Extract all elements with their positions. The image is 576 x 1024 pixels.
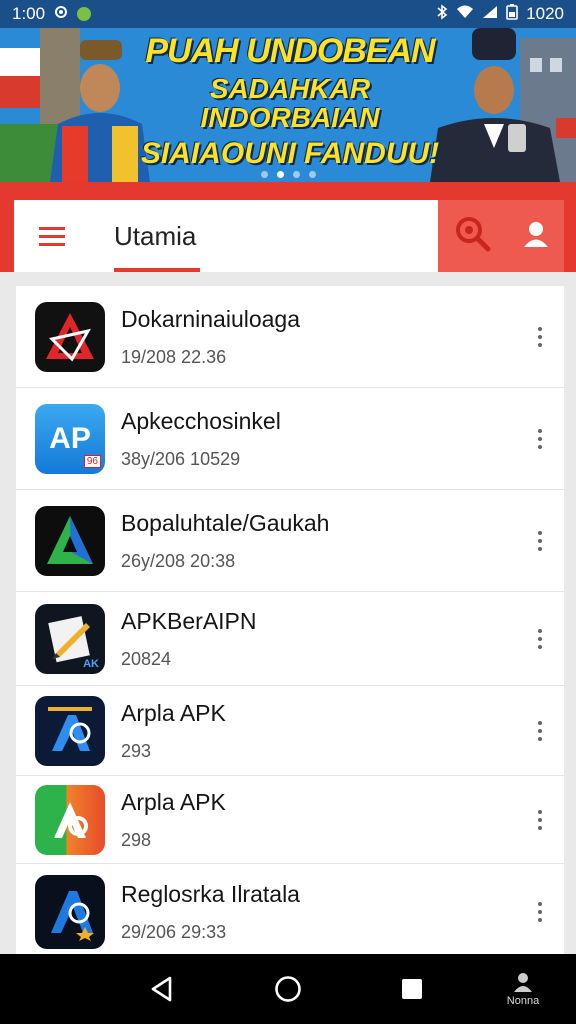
header-actions <box>438 200 564 272</box>
app-meta: 293 <box>121 740 152 761</box>
notification-dot-icon <box>77 7 92 21</box>
search-icon <box>455 216 490 251</box>
app-name: Reglosrka Ilratala <box>121 881 300 907</box>
hamburger-menu-icon <box>39 227 65 246</box>
list-item[interactable]: Arpla APK 293 <box>16 686 564 776</box>
more-options-icon[interactable] <box>534 720 546 741</box>
app-name: Arpla APK <box>121 788 226 815</box>
app-meta: 26y/208 20:38 <box>121 550 236 571</box>
more-options-icon[interactable] <box>534 628 546 649</box>
status-time-left: 1:00 <box>12 4 46 23</box>
home-button[interactable] <box>266 954 310 1024</box>
app-name: Bopaluhtale/Gaukah <box>121 509 330 536</box>
back-button[interactable] <box>140 954 184 1024</box>
red-triangle-logo-icon <box>35 301 105 372</box>
more-options-icon[interactable] <box>534 902 546 922</box>
list-item[interactable]: Bopaluhtale/Gaukah 26y/208 20:38 <box>16 490 564 592</box>
more-options-icon[interactable] <box>534 530 546 551</box>
blue-ap-dark-icon <box>35 695 105 766</box>
home-circle-icon <box>275 976 301 1002</box>
recents-square-icon <box>402 979 422 999</box>
ap-blue-square-icon: AP 96 <box>35 403 105 474</box>
list-item[interactable]: Dokarninaiuloaga 19/208 22.36 <box>16 286 564 388</box>
signal-icon <box>482 4 498 24</box>
page-dot[interactable] <box>292 171 300 178</box>
wifi-icon <box>456 4 474 24</box>
app-list: Dokarninaiuloaga 19/208 22.36 AP 96 Apke… <box>16 286 564 960</box>
system-nav-bar: Nonna <box>0 954 576 1024</box>
page-dot-active[interactable] <box>276 171 284 178</box>
list-item[interactable]: AK APKBerAIPN 20824 <box>16 592 564 686</box>
app-meta: 29/206 29:33 <box>121 922 227 942</box>
app-icon-text: AP <box>49 421 91 455</box>
top-app-bar: Utamia <box>14 200 564 272</box>
page-dot[interactable] <box>260 171 268 178</box>
profile-nav-label: Nonna <box>506 995 540 1007</box>
battery-icon <box>506 3 518 25</box>
app-name: Dokarninaiuloaga <box>121 305 301 332</box>
app-meta: 38y/206 10529 <box>121 448 241 469</box>
menu-button[interactable] <box>14 200 90 272</box>
list-item[interactable]: Reglosrka Ilratala 29/206 29:33 <box>16 864 564 960</box>
tab-home-label: Utamia <box>114 220 197 251</box>
orange-green-a-icon <box>35 784 105 855</box>
green-blue-a-logo-icon <box>35 505 105 576</box>
status-bar: 1:00 1020 <box>0 0 576 28</box>
more-options-icon[interactable] <box>534 809 546 830</box>
recents-button[interactable] <box>390 954 434 1024</box>
app-name: Apkecchosinkel <box>121 407 281 434</box>
banner-line-3: SIAIAOUNI FANDUU! <box>140 137 440 171</box>
app-icon-badge: 96 <box>83 454 101 468</box>
app-icon-badge: AK <box>83 657 99 670</box>
more-options-icon[interactable] <box>534 326 546 347</box>
search-button[interactable] <box>453 214 493 259</box>
banner-page-indicator <box>0 171 576 178</box>
app-name: Arpla APK <box>121 699 226 726</box>
pencil-paper-icon: AK <box>35 603 105 674</box>
user-icon <box>523 221 548 247</box>
list-item[interactable]: AP 96 Apkecchosinkel 38y/206 10529 <box>16 388 564 490</box>
profile-button[interactable] <box>522 220 550 253</box>
gear-icon <box>53 4 69 25</box>
profile-nav-button[interactable]: Nonna <box>496 954 550 1024</box>
banner-headline: PUAH UNDOBEAN SADAHKAR INDORBAIAN SIAIAO… <box>140 32 440 171</box>
tab-home[interactable]: Utamia <box>90 200 220 272</box>
more-options-icon[interactable] <box>534 428 546 449</box>
tab-active-indicator <box>114 268 200 272</box>
banner-line-1: PUAH UNDOBEAN <box>145 32 435 70</box>
app-meta: 19/208 22.36 <box>121 346 227 367</box>
list-item[interactable]: Arpla APK 298 <box>16 776 564 864</box>
status-time-right: 1020 <box>526 4 564 23</box>
app-name: APKBerAIPN <box>121 607 257 634</box>
app-meta: 20824 <box>121 648 172 669</box>
bluetooth-icon <box>436 3 448 25</box>
promo-banner[interactable]: PUAH UNDOBEAN SADAHKAR INDORBAIAN SIAIAO… <box>0 28 576 182</box>
banner-line-2: SADAHKAR INDORBAIAN <box>200 72 380 134</box>
app-meta: 298 <box>121 829 152 850</box>
user-icon <box>514 973 532 992</box>
app-screen: 1:00 1020 PUAH UNDOBEAN SADAHKAR INDORBA… <box>0 0 576 1024</box>
back-triangle-icon <box>151 976 172 1002</box>
page-dot[interactable] <box>308 171 316 178</box>
blue-ap-star-icon <box>35 875 105 949</box>
